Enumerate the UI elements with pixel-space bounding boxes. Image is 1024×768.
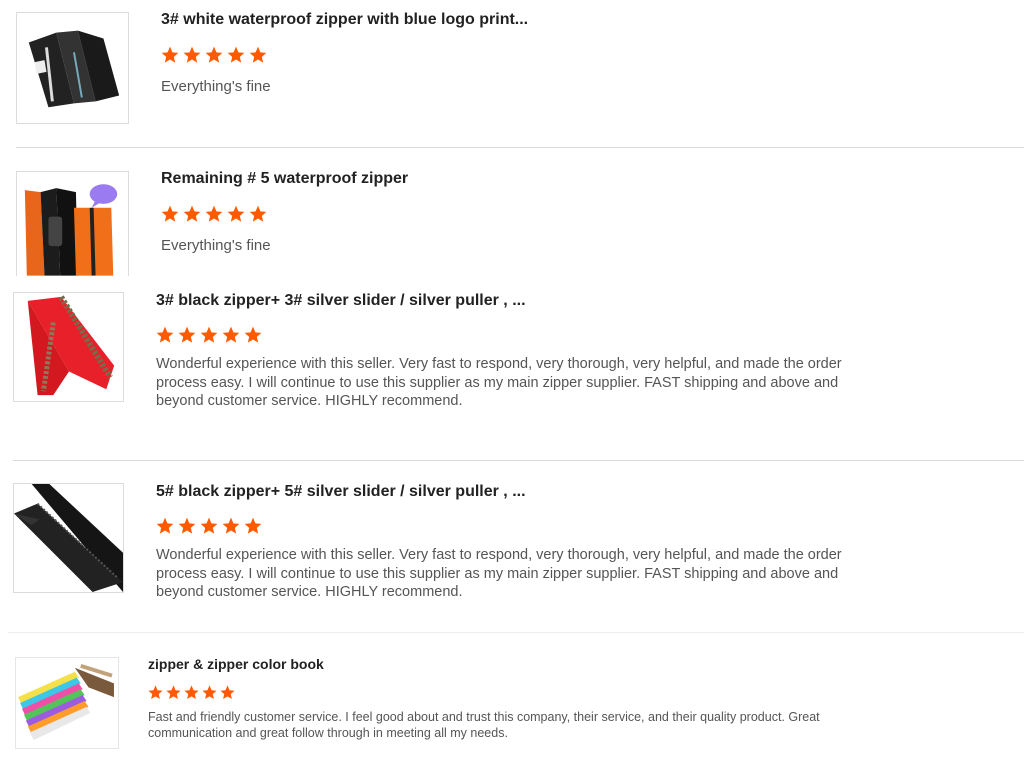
star-icon [161,205,179,222]
star-icon [249,46,267,63]
star-icon [156,326,174,343]
review-text: Wonderful experience with this seller. V… [156,547,842,601]
product-image[interactable] [16,12,129,124]
star-icon [183,46,201,63]
star-icon [220,685,235,700]
star-icon [227,46,245,63]
red-zipper-icon [14,293,123,401]
star-icon [205,46,223,63]
review-text: Everything's fine [161,237,271,254]
star-icon [249,205,267,222]
star-icon [161,46,179,63]
rating-stars [160,204,268,224]
divider [13,460,1024,461]
star-icon [156,517,174,534]
review-text: Fast and friendly customer service. I fe… [148,710,820,740]
star-icon [183,205,201,222]
star-icon [244,517,262,534]
rating-stars [147,684,236,701]
star-icon [178,326,196,343]
star-icon [184,685,199,700]
review-product-title[interactable]: 5# black zipper+ 5# silver slider / silv… [156,483,526,501]
black-zipper-icon [14,484,123,592]
divider [8,632,1024,633]
black-waterproof-zipper-icon [17,13,128,123]
star-icon [202,685,217,700]
star-icon [166,685,181,700]
product-image[interactable] [16,171,129,276]
star-icon [244,326,262,343]
star-icon [205,205,223,222]
star-icon [178,517,196,534]
review-text: Everything's fine [161,78,271,95]
star-icon [222,326,240,343]
zipper-color-book-icon [16,658,118,748]
star-icon [148,685,163,700]
divider [16,147,1024,148]
review-product-title[interactable]: 3# black zipper+ 3# silver slider / silv… [156,292,526,310]
black-and-orange-zipper-icon [17,172,128,276]
rating-stars [155,516,263,536]
review-product-title[interactable]: 3# white waterproof zipper with blue log… [161,11,528,29]
product-image[interactable] [13,483,124,593]
review-product-title[interactable]: Remaining # 5 waterproof zipper [161,170,408,188]
star-icon [227,205,245,222]
star-icon [200,326,218,343]
rating-stars [160,45,268,65]
star-icon [222,517,240,534]
product-image[interactable] [15,657,119,749]
star-icon [200,517,218,534]
rating-stars [155,325,263,345]
review-text: Wonderful experience with this seller. V… [156,356,842,410]
review-product-title[interactable]: zipper & zipper color book [148,656,324,672]
product-image[interactable] [13,292,124,402]
